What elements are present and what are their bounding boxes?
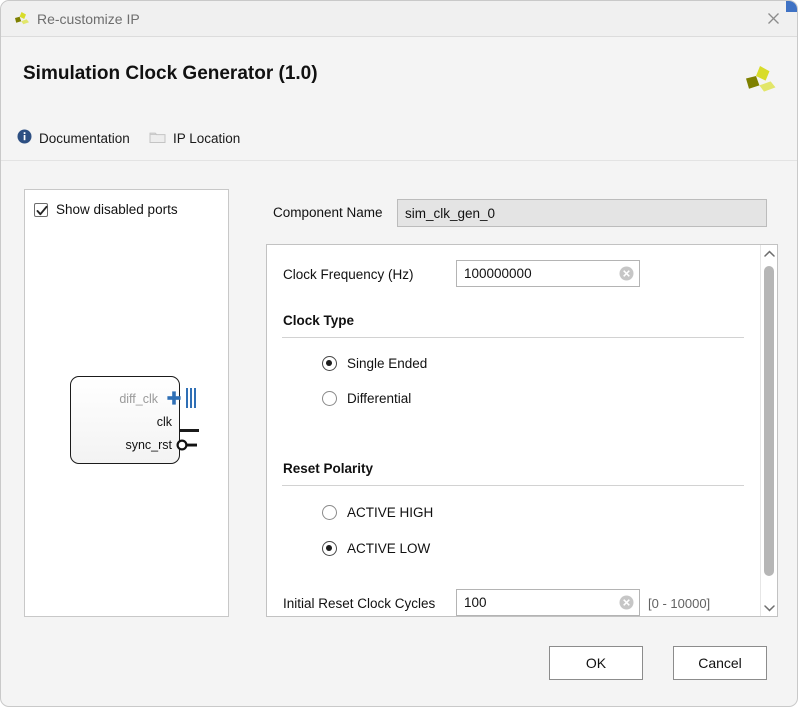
link-bar-divider [1,160,797,161]
ip-location-label: IP Location [173,130,241,146]
component-name-input[interactable] [397,199,767,227]
bus-port-marker-icon [185,388,199,413]
radio-label: Differential [347,391,412,406]
radio-active-low[interactable]: ACTIVE LOW [322,541,430,556]
initial-reset-range-hint: [0 - 10000] [648,596,711,611]
reset-polarity-divider [282,485,744,486]
clock-frequency-input[interactable] [456,260,640,287]
radio-label: ACTIVE HIGH [347,505,434,520]
plus-icon[interactable] [166,390,182,411]
ip-config-options-panel: Clock Frequency (Hz) Clock Type Single E… [266,244,778,617]
signal-port-marker-icon [179,420,199,438]
ok-button[interactable]: OK [549,646,643,680]
radio-differential[interactable]: Differential [322,391,411,406]
xilinx-logo-icon [12,10,31,29]
options-scrollbar[interactable] [760,245,777,616]
scrollbar-thumb[interactable] [764,266,774,576]
re-customize-ip-dialog: Re-customize IP Simulation Clock Generat… [0,0,798,707]
chevron-down-icon[interactable] [761,599,777,616]
link-bar: Documentation IP Location [1,127,797,161]
check-icon [36,205,48,215]
radio-label: Single Ended [347,356,428,371]
reset-polarity-heading: Reset Polarity [283,461,374,476]
component-name-label: Component Name [273,205,383,220]
radio-label: ACTIVE LOW [347,541,431,556]
clear-circle-icon[interactable] [619,595,634,610]
radio-indicator [322,505,337,520]
window-title: Re-customize IP [37,11,140,27]
checkbox-box [34,202,48,217]
chevron-up-icon[interactable] [761,245,777,262]
page-title: Simulation Clock Generator (1.0) [23,63,318,84]
show-disabled-ports-checkbox[interactable]: Show disabled ports [34,202,178,217]
radio-indicator [322,541,337,556]
port-label-clk: clk [156,415,172,429]
radio-active-high[interactable]: ACTIVE HIGH [322,505,433,520]
clock-frequency-label: Clock Frequency (Hz) [283,267,414,282]
documentation-link[interactable]: Documentation [17,127,130,149]
ip-block-symbol: diff_clk clk sync_rst [70,376,230,476]
documentation-label: Documentation [39,130,130,146]
cancel-button[interactable]: Cancel [673,646,767,680]
radio-indicator [322,391,337,406]
radio-single-ended[interactable]: Single Ended [322,356,427,371]
clear-circle-icon[interactable] [619,266,634,281]
clock-type-divider [282,337,744,338]
show-disabled-ports-label: Show disabled ports [56,202,178,217]
window-accent-corner [786,1,797,12]
radio-indicator [322,356,337,371]
options-scroll-content: Clock Frequency (Hz) Clock Type Single E… [267,245,761,616]
folder-icon [149,130,166,147]
port-label-sync-rst: sync_rst [125,438,172,452]
initial-reset-clock-cycles-label: Initial Reset Clock Cycles [283,596,436,611]
inverted-signal-port-marker-icon [176,438,198,457]
xilinx-logo-icon [741,63,779,101]
ip-symbol-panel: Show disabled ports diff_clk clk sync_rs… [24,189,229,617]
clock-type-heading: Clock Type [283,313,355,328]
ip-location-link[interactable]: IP Location [149,127,240,149]
title-bar: Re-customize IP [1,1,797,37]
initial-reset-clock-cycles-input[interactable] [456,589,640,616]
port-label-diff-clk: diff_clk [119,392,158,406]
info-icon [17,129,32,147]
